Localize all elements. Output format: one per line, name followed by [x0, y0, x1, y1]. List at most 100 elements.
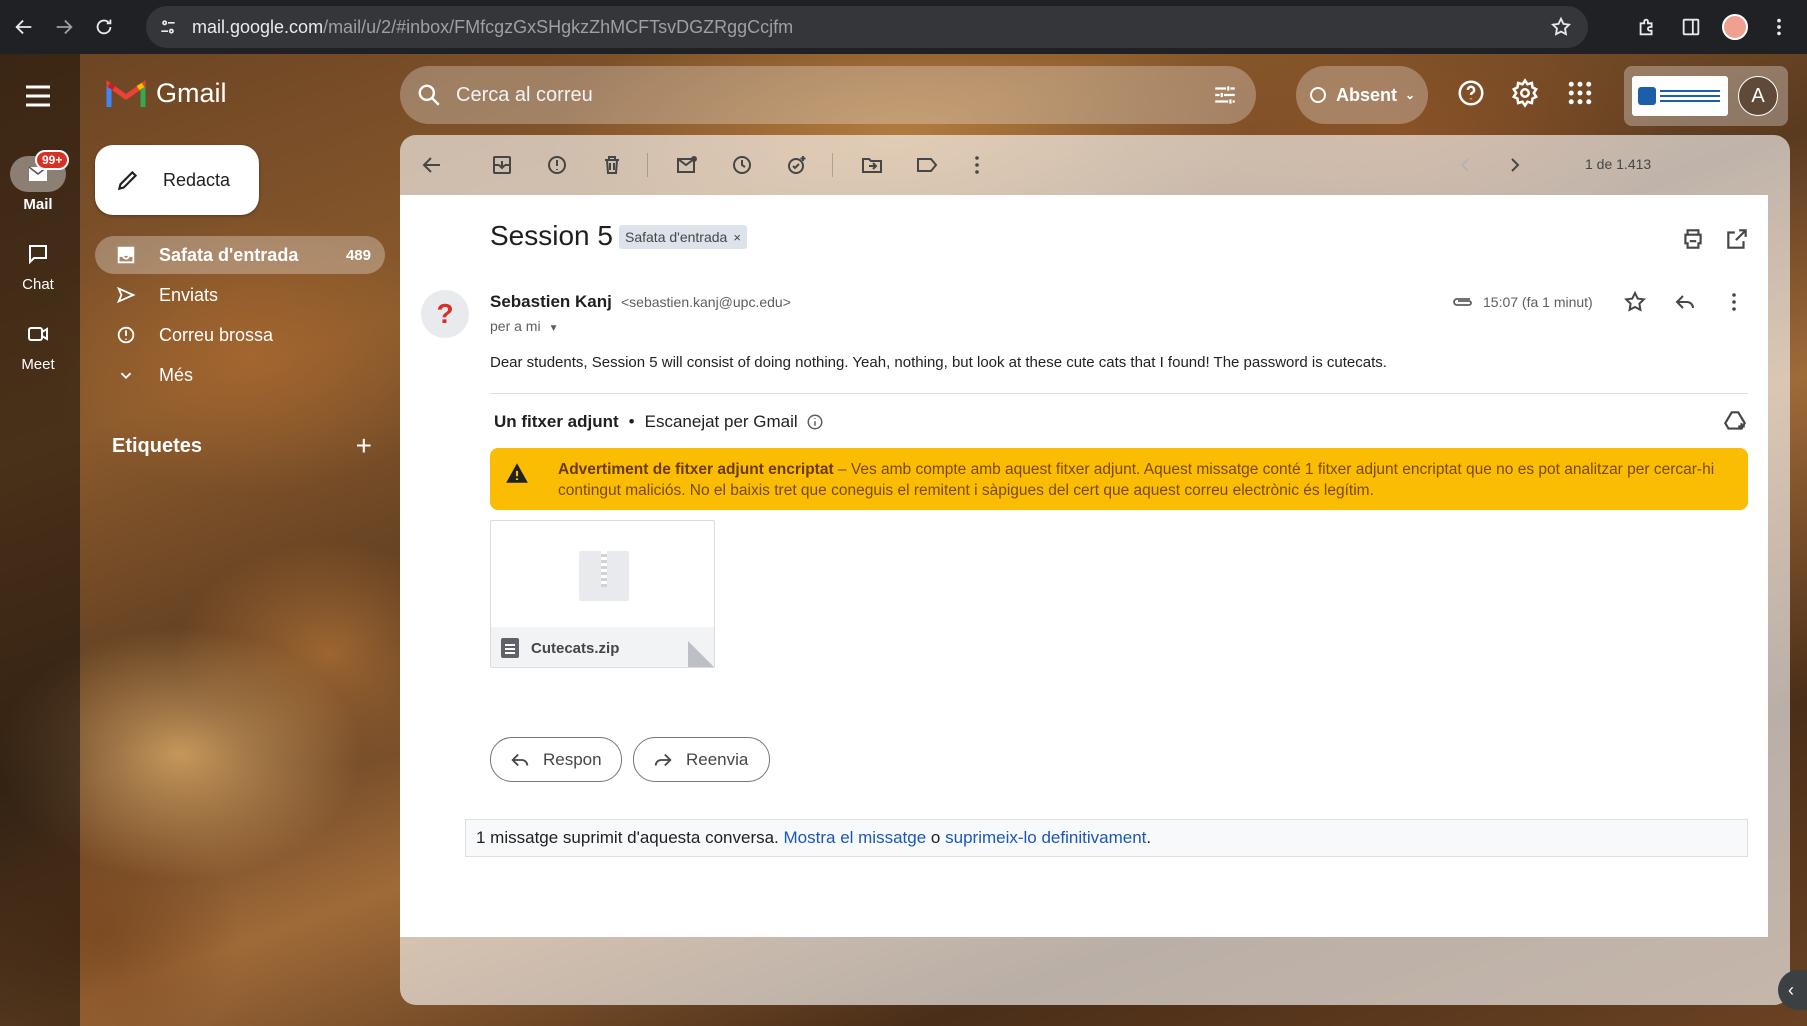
- warning-title: Advertiment de fitxer adjunt encriptat: [558, 461, 834, 478]
- rail-label-meet: Meet: [21, 356, 55, 373]
- rail-label-mail: Mail: [23, 196, 53, 213]
- delete-trash-icon[interactable]: [600, 153, 624, 177]
- gmail-logo[interactable]: Gmail: [106, 78, 227, 109]
- status-label: Absent: [1336, 84, 1398, 105]
- chevron-down-icon: ⌄: [1405, 88, 1416, 102]
- delete-permanently-link[interactable]: suprimeix-lo definitivament: [945, 828, 1146, 848]
- attachments-header: Un fitxer adjunt • Escanejat per Gmail: [494, 412, 824, 432]
- address-bar[interactable]: mail.google.com/mail/u/2/#inbox/FMfcgzGx…: [146, 6, 1588, 48]
- search-input[interactable]: [456, 80, 1156, 110]
- forward-icon: [654, 753, 672, 766]
- sidebar-item-label: Safata d'entrada: [159, 244, 299, 265]
- sidebar-item-label: Més: [159, 364, 194, 385]
- more-options-icon[interactable]: [965, 153, 989, 177]
- snooze-clock-icon[interactable]: [730, 153, 754, 177]
- account-switcher[interactable]: A: [1624, 66, 1788, 126]
- sender-name[interactable]: Sebastien Kanj: [490, 292, 612, 312]
- compose-label: Redacta: [163, 169, 231, 190]
- label-chip-text: Safata d'entrada: [625, 229, 728, 245]
- search-bar[interactable]: [400, 66, 1256, 124]
- message-more-icon[interactable]: [1722, 290, 1746, 314]
- gmail-logo-text: Gmail: [156, 78, 227, 108]
- inbox-icon: [117, 246, 135, 264]
- search-options-icon[interactable]: [1212, 82, 1238, 108]
- deleted-notice-text: 1 missatge suprimit d'aquesta conversa.: [476, 828, 779, 847]
- site-settings-icon[interactable]: [158, 17, 178, 37]
- browser-toolbar: mail.google.com/mail/u/2/#inbox/FMfcgzGx…: [0, 0, 1807, 54]
- sender-avatar: ?: [421, 290, 469, 338]
- sidebar-item-spam[interactable]: Correu brossa: [95, 316, 385, 354]
- sidebar-item-inbox[interactable]: Safata d'entrada 489: [95, 236, 385, 274]
- help-icon[interactable]: [1456, 78, 1490, 112]
- side-panel-icon[interactable]: [1669, 5, 1713, 49]
- add-to-drive-icon[interactable]: [1722, 408, 1748, 434]
- rail-item-meet[interactable]: Meet: [8, 316, 68, 373]
- move-to-folder-icon[interactable]: [860, 153, 884, 177]
- attachment-filename: Cutecats.zip: [531, 639, 620, 657]
- reply-icon[interactable]: [1673, 290, 1697, 314]
- star-icon[interactable]: [1623, 290, 1647, 314]
- sender-email: <sebastien.kanj@upc.edu>: [621, 294, 791, 310]
- divider: [490, 393, 1748, 394]
- forward-button[interactable]: Reenvia: [633, 737, 770, 782]
- avatar[interactable]: A: [1738, 76, 1778, 116]
- next-message-icon[interactable]: [1503, 153, 1527, 177]
- print-icon[interactable]: [1680, 226, 1706, 252]
- report-spam-icon[interactable]: [545, 153, 569, 177]
- attachment-clip-icon: [1453, 298, 1472, 306]
- archive-icon[interactable]: [490, 153, 514, 177]
- gmail-m-icon: [106, 79, 146, 107]
- send-icon: [116, 286, 136, 304]
- deleted-message-notice: 1 missatge suprimit d'aquesta conversa. …: [465, 819, 1748, 857]
- add-label-icon[interactable]: +: [356, 430, 372, 462]
- forward-label: Reenvia: [686, 749, 749, 769]
- add-to-tasks-icon[interactable]: [785, 153, 809, 177]
- info-icon[interactable]: [806, 413, 824, 431]
- mark-unread-icon[interactable]: [675, 153, 699, 177]
- scan-note: Escanejat per Gmail: [644, 412, 798, 431]
- browser-actions: [1625, 0, 1807, 54]
- search-icon[interactable]: [416, 82, 442, 108]
- label-chip: Safata d'entrada ×: [619, 225, 747, 249]
- profile-icon[interactable]: [1713, 5, 1757, 49]
- reply-label: Respon: [543, 749, 602, 769]
- back-arrow-icon[interactable]: [4, 7, 44, 47]
- sidebar-item-label: Correu brossa: [159, 324, 274, 345]
- browser-menu-icon[interactable]: [1757, 5, 1801, 49]
- label-tag-icon[interactable]: [915, 153, 939, 177]
- toolbar-divider: [647, 153, 648, 177]
- remove-label-icon[interactable]: ×: [733, 230, 741, 245]
- recipient-text: per a mi: [490, 318, 541, 334]
- extensions-icon[interactable]: [1625, 5, 1669, 49]
- back-to-inbox-icon[interactable]: [420, 153, 444, 177]
- recipient-line[interactable]: per a mi ▼: [490, 318, 558, 334]
- rail-item-mail[interactable]: 99+ Mail: [8, 150, 70, 213]
- toolbar-divider: [832, 153, 833, 177]
- sidebar-item-sent[interactable]: Enviats: [95, 276, 385, 314]
- details-caret-icon[interactable]: ▼: [549, 323, 559, 334]
- compose-button[interactable]: Redacta: [95, 145, 259, 215]
- forward-arrow-icon[interactable]: [44, 7, 84, 47]
- sidebar-item-more[interactable]: Més: [95, 356, 385, 394]
- message-toolbar: [400, 135, 1790, 195]
- attachment-card[interactable]: Cutecats.zip: [490, 520, 715, 668]
- reply-button[interactable]: Respon: [490, 737, 622, 782]
- rail-label-chat: Chat: [22, 276, 54, 293]
- show-message-link[interactable]: Mostra el missatge: [784, 828, 927, 848]
- bookmark-star-icon[interactable]: [1550, 16, 1572, 38]
- labels-section-header: Etiquetes +: [112, 430, 372, 462]
- reload-icon[interactable]: [84, 7, 124, 47]
- rail-item-chat[interactable]: Chat: [8, 236, 68, 293]
- previous-message-icon[interactable]: [1453, 153, 1477, 177]
- warning-text: Advertiment de fitxer adjunt encriptat –…: [558, 459, 1728, 501]
- status-selector[interactable]: Absent ⌄: [1296, 66, 1428, 124]
- zip-file-icon: [579, 551, 629, 601]
- unread-badge: 99+: [35, 150, 70, 170]
- url-text: mail.google.com/mail/u/2/#inbox/FMfcgzGx…: [192, 16, 794, 37]
- attachments-heading: Un fitxer adjunt: [494, 412, 619, 431]
- settings-gear-icon[interactable]: [1510, 78, 1544, 112]
- apps-grid-icon[interactable]: [1565, 78, 1599, 112]
- open-new-window-icon[interactable]: [1724, 226, 1750, 252]
- warning-triangle-icon: [506, 463, 528, 483]
- main-menu-icon[interactable]: [20, 78, 56, 114]
